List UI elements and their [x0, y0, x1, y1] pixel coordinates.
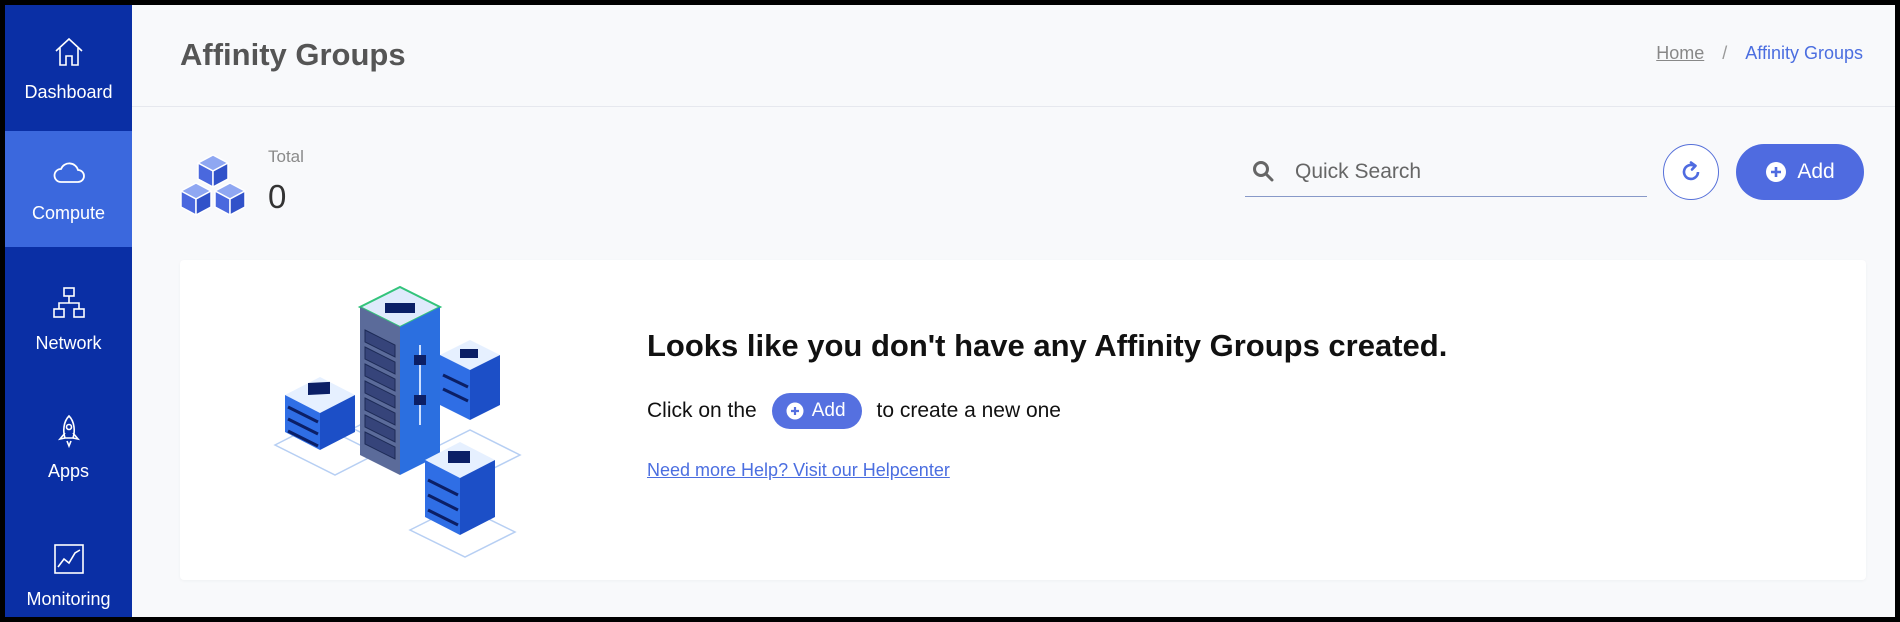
sidebar-item-label: Monitoring: [26, 588, 111, 609]
app-window: Dashboard Compute Network Apps Monitorin…: [5, 5, 1895, 617]
quick-search: [1245, 149, 1647, 197]
page-header: Affinity Groups Home / Affinity Groups: [132, 5, 1895, 107]
sidebar-item-label: Compute: [31, 202, 106, 223]
breadcrumb-current: Affinity Groups: [1745, 43, 1863, 63]
home-icon: [54, 37, 83, 66]
sidebar-item-network[interactable]: Network: [5, 261, 132, 377]
refresh-button[interactable]: [1663, 144, 1719, 200]
sidebar-item-label: Network: [35, 332, 102, 353]
search-input[interactable]: [1295, 155, 1635, 189]
cubes-icon: [180, 154, 246, 216]
network-icon: [52, 286, 85, 318]
inline-add-button[interactable]: Add: [771, 393, 862, 429]
add-button[interactable]: Add: [1736, 144, 1864, 200]
instruction-prefix: Click on the: [647, 399, 757, 422]
breadcrumb-home-link[interactable]: Home: [1656, 43, 1704, 64]
sidebar: Dashboard Compute Network Apps Monitorin…: [5, 5, 132, 617]
sidebar-item-label: Dashboard: [24, 81, 113, 102]
servers-illustration: [273, 285, 522, 558]
sidebar-item-dashboard[interactable]: Dashboard: [5, 5, 132, 131]
sidebar-item-monitoring[interactable]: Monitoring: [5, 517, 132, 617]
sidebar-item-label: Apps: [47, 460, 90, 481]
add-button-label: Add: [1797, 160, 1835, 183]
empty-state-instructions: Click on the Add to create a new one: [647, 393, 1061, 429]
sidebar-item-compute[interactable]: Compute: [5, 131, 132, 247]
rocket-icon: [57, 414, 80, 448]
search-icon: [1253, 161, 1274, 182]
helpcenter-link[interactable]: Need more Help? Visit our Helpcenter: [647, 460, 950, 481]
instruction-suffix: to create a new one: [876, 399, 1061, 422]
total-label: Total: [268, 147, 304, 166]
breadcrumb: Home / Affinity Groups: [1656, 43, 1863, 64]
plus-circle-icon: [786, 402, 804, 420]
refresh-icon: [1682, 161, 1700, 181]
breadcrumb-separator: /: [1722, 43, 1728, 63]
plus-circle-icon: [1766, 162, 1787, 182]
cloud-icon: [53, 162, 85, 183]
empty-state-card: Looks like you don't have any Affinity G…: [180, 260, 1866, 580]
empty-state-title: Looks like you don't have any Affinity G…: [647, 328, 1448, 363]
sidebar-item-apps[interactable]: Apps: [5, 389, 132, 505]
chart-icon: [53, 543, 84, 574]
inline-add-label: Add: [811, 400, 846, 421]
page-title: Affinity Groups: [180, 37, 406, 72]
total-count: 0: [268, 178, 287, 215]
